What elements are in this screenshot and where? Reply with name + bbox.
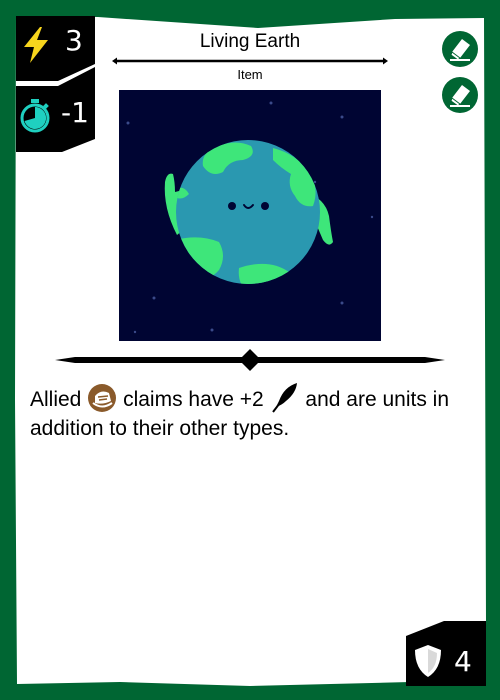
card-artwork <box>119 90 381 341</box>
card-type: Item <box>237 67 263 82</box>
speed-value: -1 <box>61 96 89 129</box>
card-title: Living Earth <box>199 31 301 52</box>
stopwatch-icon <box>20 99 50 133</box>
eraser-icon <box>442 31 478 67</box>
defense-value: 4 <box>454 645 472 678</box>
title-divider <box>112 57 388 65</box>
cost-value: 3 <box>65 24 83 57</box>
rules-text-part2: claims have +2 <box>123 388 264 411</box>
lightning-icon <box>24 27 48 63</box>
eraser-icon <box>442 77 478 113</box>
rules-divider <box>55 349 445 371</box>
rules-text-part1: Allied <box>30 388 82 411</box>
rules-text: Allied claims have +2 and are units in a… <box>30 381 470 443</box>
claim-icon <box>88 384 117 412</box>
feather-icon <box>271 383 297 413</box>
card: 3 -1 Living Earth Item Allied claims hav… <box>0 0 500 700</box>
shield-icon <box>415 645 441 677</box>
